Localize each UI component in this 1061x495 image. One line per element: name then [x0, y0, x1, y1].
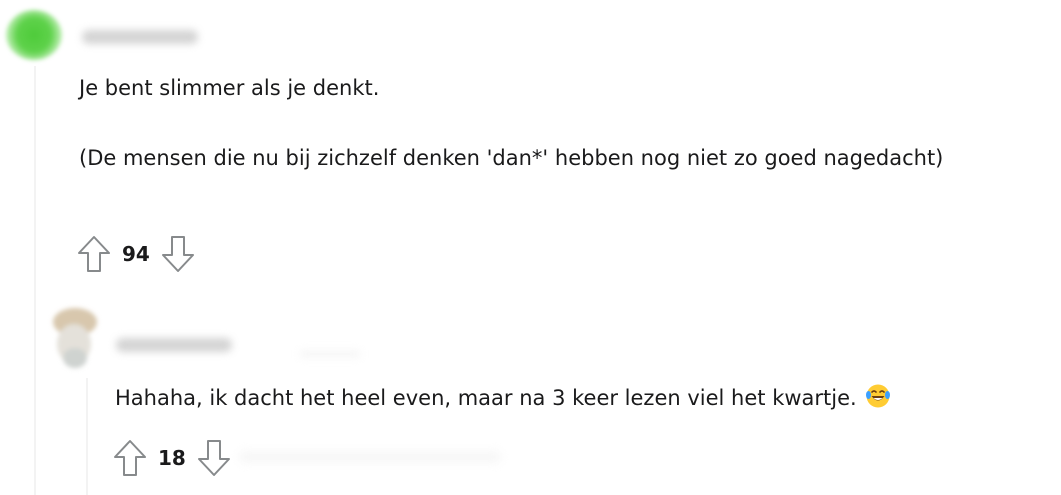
downvote-arrow-icon[interactable] [196, 438, 232, 478]
thread-line[interactable] [86, 378, 88, 495]
avatar[interactable] [46, 300, 104, 380]
metadata-redacted [300, 350, 360, 358]
comment-paragraph-2: (De mensen die nu bij zichzelf denken 'd… [79, 146, 944, 170]
username-redacted[interactable] [82, 30, 198, 44]
comment-paragraph-1: Je bent slimmer als je denkt. [79, 76, 380, 100]
face-with-tears-of-joy-icon [865, 384, 890, 408]
vote-score: 94 [122, 242, 150, 266]
thread-line[interactable] [34, 66, 36, 495]
vote-bar: 94 [76, 234, 196, 274]
upvote-arrow-icon[interactable] [112, 438, 148, 478]
avatar[interactable] [6, 10, 62, 60]
vote-score: 18 [158, 446, 186, 470]
comment-thread: Je bent slimmer als je denkt. (De mensen… [0, 0, 1061, 495]
vote-bar: 18 [112, 438, 232, 478]
downvote-arrow-icon[interactable] [160, 234, 196, 274]
actions-redacted [240, 452, 500, 462]
username-redacted[interactable] [116, 338, 232, 352]
upvote-arrow-icon[interactable] [76, 234, 112, 274]
reply-text-content: Hahaha, ik dacht het heel even, maar na … [115, 386, 857, 410]
reply-text: Hahaha, ik dacht het heel even, maar na … [115, 382, 1045, 415]
